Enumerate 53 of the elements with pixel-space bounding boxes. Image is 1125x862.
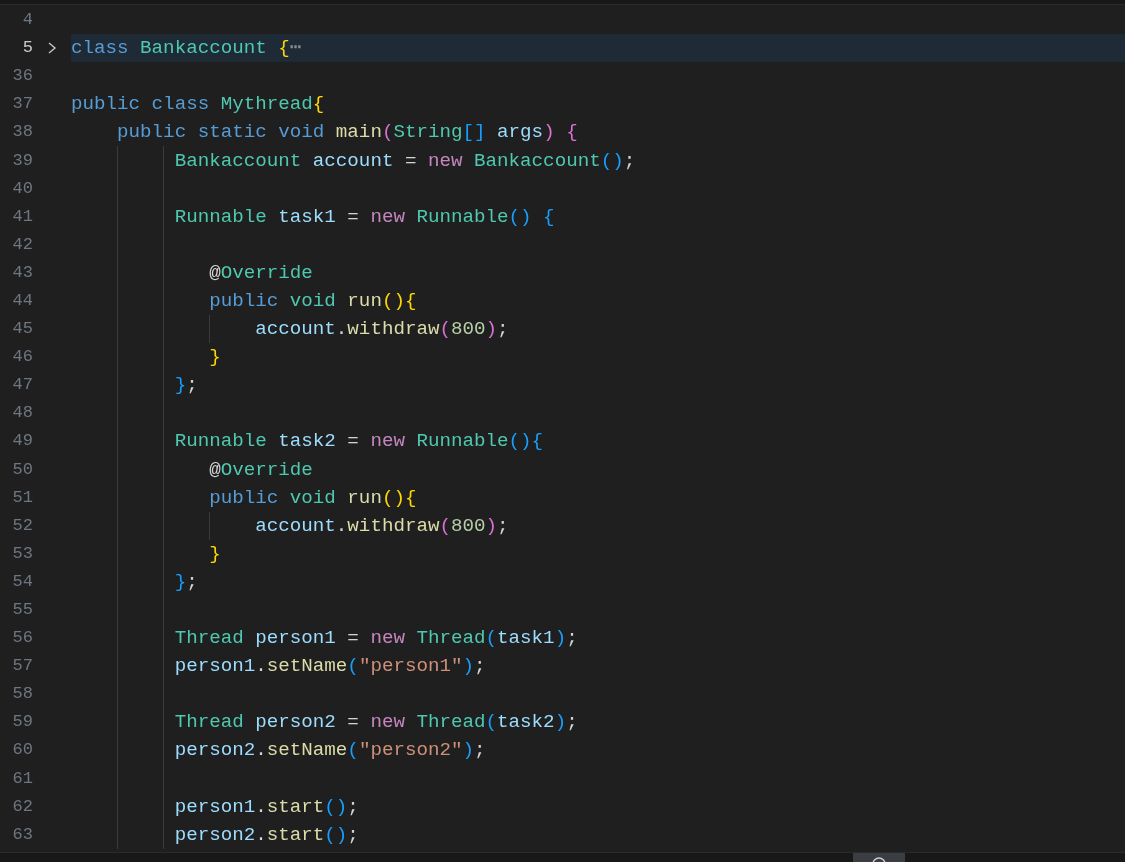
line-number: 41 bbox=[11, 206, 33, 227]
line-number: 56 bbox=[11, 628, 33, 649]
code-line: Thread person1 = new Thread(task1); bbox=[173, 627, 578, 650]
code-line: person2.start(); bbox=[173, 823, 359, 846]
code-line: Thread person2 = new Thread(task2); bbox=[173, 711, 578, 734]
line-number: 60 bbox=[11, 740, 33, 761]
code-line: }; bbox=[173, 570, 198, 593]
code-line: @Override bbox=[208, 261, 313, 284]
code-line: Runnable task1 = new Runnable() { bbox=[173, 205, 555, 228]
code-line: } bbox=[208, 542, 221, 565]
code-line: account.withdraw(800); bbox=[254, 318, 509, 341]
line-number: 40 bbox=[11, 178, 33, 199]
line-number: 47 bbox=[11, 375, 33, 396]
line-number: 4 bbox=[21, 10, 33, 31]
line-number: 51 bbox=[11, 487, 33, 508]
code-line: @Override bbox=[208, 458, 313, 481]
code-line: person1.start(); bbox=[173, 795, 359, 818]
line-number: 36 bbox=[11, 66, 33, 87]
code-line: class Bankaccount {⋯ bbox=[71, 37, 302, 60]
line-number: 44 bbox=[11, 291, 33, 311]
line-number: 62 bbox=[11, 796, 33, 817]
code-line: Bankaccount account = new Bankaccount(); bbox=[173, 149, 636, 172]
code-line: person2.setName("person2"); bbox=[173, 739, 486, 762]
code-line: public void run(){ bbox=[208, 290, 417, 312]
line-number: 54 bbox=[11, 571, 33, 592]
line-number: 42 bbox=[11, 234, 33, 255]
line-number: 55 bbox=[11, 600, 33, 620]
line-number: 63 bbox=[11, 824, 33, 845]
line-number: 53 bbox=[11, 543, 33, 564]
line-number: 49 bbox=[11, 431, 33, 452]
line-number: 5 bbox=[21, 38, 33, 59]
line-number: 39 bbox=[11, 150, 33, 171]
line-number: 48 bbox=[11, 403, 33, 424]
code-line: Runnable task2 = new Runnable(){ bbox=[173, 430, 544, 453]
line-number: 46 bbox=[11, 347, 33, 368]
fold-chevron-icon[interactable] bbox=[46, 41, 58, 56]
line-number: 45 bbox=[11, 319, 33, 340]
line-number: 59 bbox=[11, 712, 33, 733]
code-line: public void run(){ bbox=[208, 486, 417, 509]
line-number: 37 bbox=[11, 94, 33, 115]
line-number: 61 bbox=[11, 768, 33, 789]
code-line: public static void main(String[] args) { bbox=[116, 121, 578, 144]
line-number: 57 bbox=[11, 656, 33, 677]
code-line: } bbox=[208, 346, 221, 369]
line-number: 52 bbox=[11, 515, 33, 536]
code-line: public class Mythread{ bbox=[71, 93, 325, 116]
line-number: 50 bbox=[11, 459, 33, 480]
line-number: 43 bbox=[11, 262, 33, 283]
line-number: 38 bbox=[11, 122, 33, 143]
code-line: account.withdraw(800); bbox=[254, 514, 509, 537]
code-line: }; bbox=[173, 374, 198, 397]
line-number: 58 bbox=[11, 684, 33, 705]
code-line: person1.setName("person1"); bbox=[173, 655, 486, 678]
